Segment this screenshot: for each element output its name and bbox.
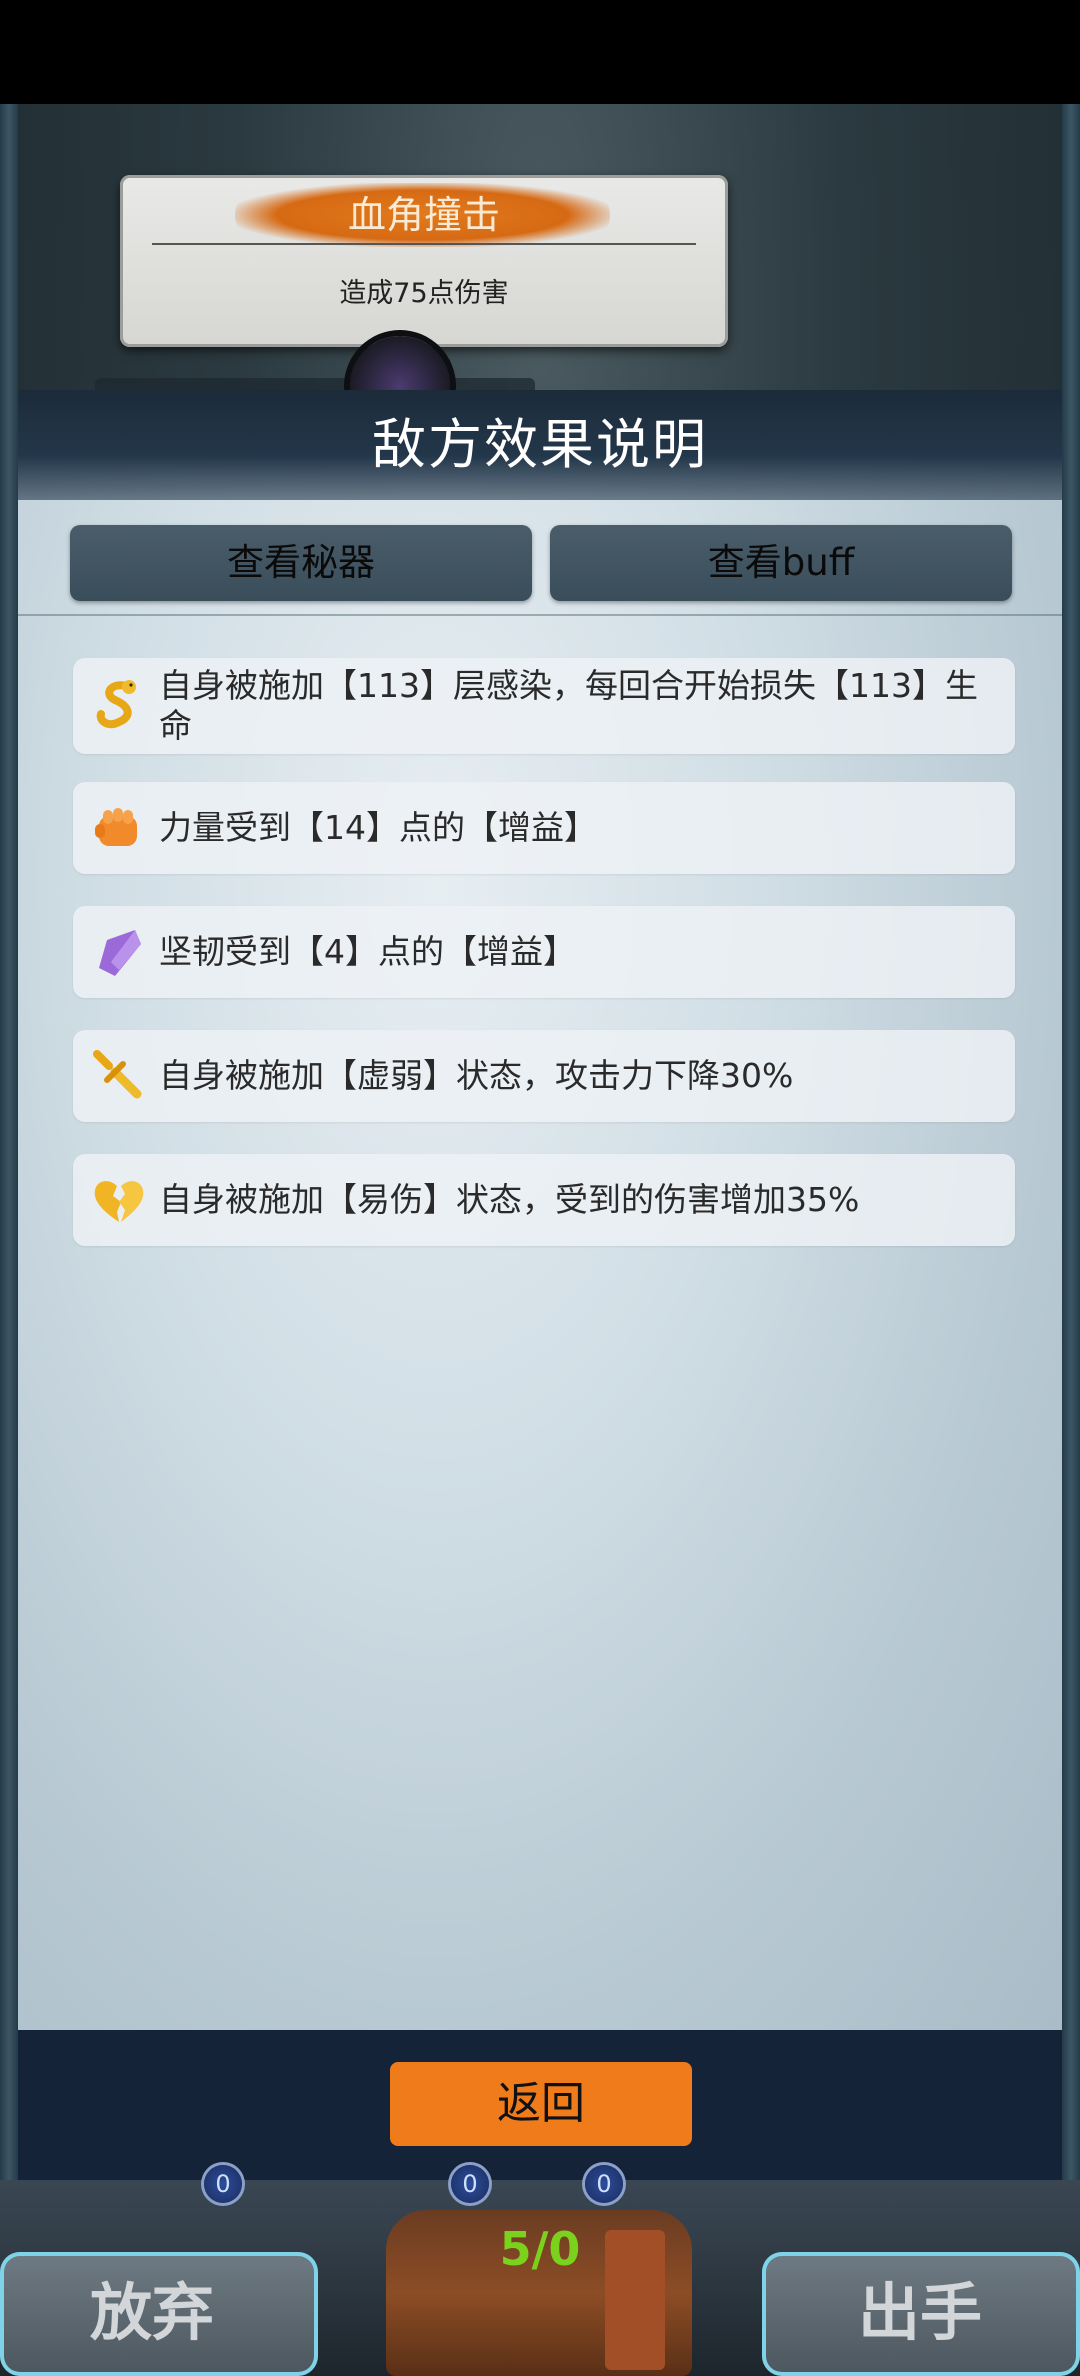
buff-text: 自身被施加【虚弱】状态，攻击力下降30%: [159, 1056, 794, 1095]
abandon-label: 放弃: [90, 2276, 215, 2349]
shield-icon: [99, 930, 141, 976]
buff-text: 坚韧受到【4】点的【增益】: [159, 932, 576, 971]
snake-icon: [96, 680, 136, 729]
skill-divider: [152, 243, 696, 245]
skill-card: 血角撞击 造成75点伤害: [120, 175, 728, 347]
frame-right: [1062, 104, 1080, 2376]
buff-text: 自身被施加【易伤】状态，受到的伤害增加35%: [159, 1180, 860, 1219]
buff-row-weak: 自身被施加【虚弱】状态，攻击力下降30%: [73, 1030, 1015, 1122]
broken-heart-icon: [94, 1181, 144, 1222]
broken-sword-icon: [93, 1050, 142, 1099]
mana-orb: 0: [585, 2165, 623, 2203]
deck-count: 5/0: [499, 2222, 581, 2276]
play-label: 出手: [858, 2276, 983, 2349]
buff-row-infection: 自身被施加【113】层感染，每回合开始损失【113】生命: [73, 658, 1015, 754]
tab-divider: [18, 614, 1062, 616]
skill-description: 造成75点伤害: [339, 278, 509, 309]
mana-orb: 0: [204, 2165, 242, 2203]
buff-text: 力量受到【14】点的【增益】: [159, 808, 597, 847]
tab-label: 查看秘器: [227, 541, 375, 584]
buff-row-toughness: 坚韧受到【4】点的【增益】: [73, 906, 1015, 998]
tab-view-buff[interactable]: 查看buff: [550, 525, 1012, 601]
fist-icon: [95, 808, 137, 846]
mana-orb: 0: [451, 2165, 489, 2203]
buff-row-strength: 力量受到【14】点的【增益】: [73, 782, 1015, 874]
skill-title: 血角撞击: [347, 193, 500, 237]
game-screen: 血角撞击 造成75点伤害 女王 敌方效果说明 查看秘器 查看buff 自身被施加…: [0, 0, 1080, 2376]
buff-text: 自身被施加【113】层感染，每回合开始损失【113】生命: [159, 666, 978, 745]
enemy-effects-dialog: 敌方效果说明 查看秘器 查看buff 自身被施加【113】层感染，每回合开始损失…: [18, 390, 1062, 2030]
dialog-title: 敌方效果说明: [372, 413, 708, 476]
status-bar: [0, 0, 1080, 104]
tab-label: 查看buff: [707, 541, 855, 584]
buff-row-vulnerable: 自身被施加【易伤】状态，受到的伤害增加35%: [73, 1154, 1015, 1246]
tab-view-secrets[interactable]: 查看秘器: [70, 525, 532, 601]
frame-left: [0, 104, 18, 2376]
dialog-header: 敌方效果说明: [18, 390, 1062, 500]
back-button[interactable]: 返回: [390, 2062, 692, 2146]
